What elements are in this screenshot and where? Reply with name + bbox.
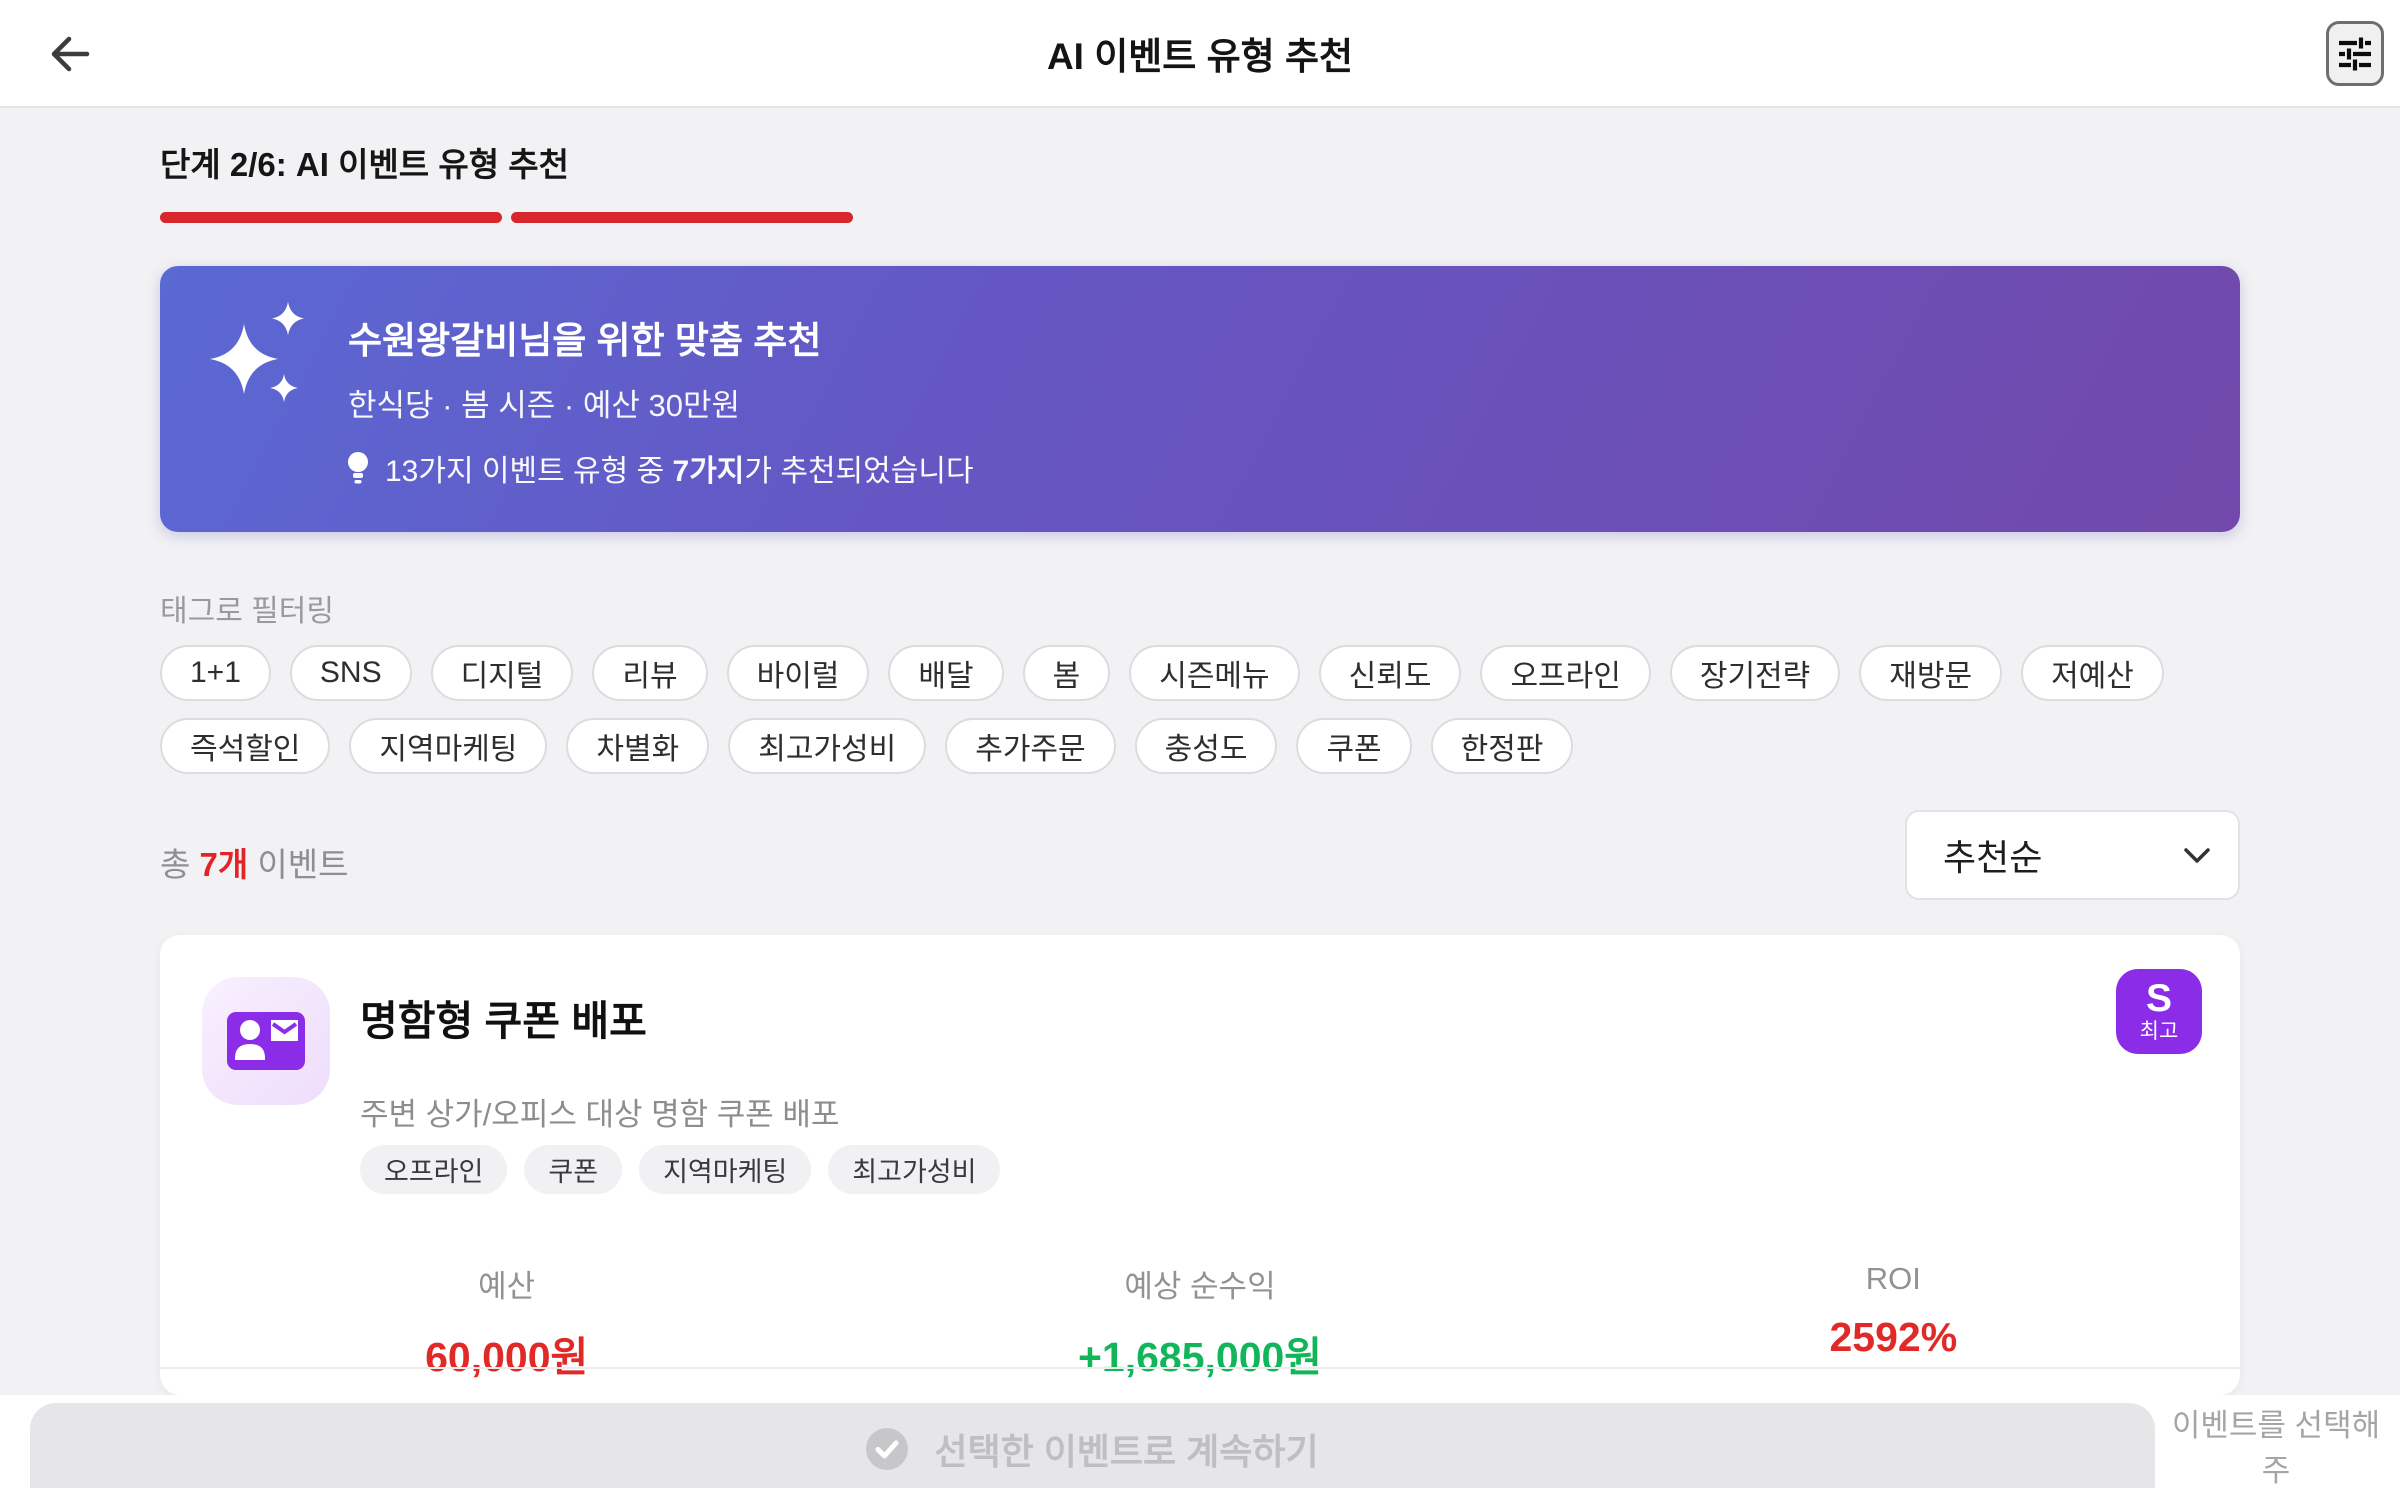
tag-chip[interactable]: SNS [289,645,412,701]
progress-segment-filled [511,212,853,223]
banner-info-text: 13가지 이벤트 유형 중 7가지가 추천되었습니다 [385,455,974,488]
stat-expected-profit: 예상 순수익 +1,685,000원 [853,1261,1546,1383]
selection-hint: 이벤트를 선택해주 세요 [2171,1408,2381,1488]
tag-chip[interactable]: 시즌메뉴 [1129,645,1300,701]
event-tag: 쿠폰 [524,1145,623,1194]
bottom-bar: 선택한 이벤트로 계속하기 이벤트를 선택해주 세요 [0,1395,2400,1488]
tag-chip[interactable]: 리뷰 [592,645,708,701]
continue-button-label: 선택한 이벤트로 계속하기 [934,1431,1319,1472]
continue-button-disabled[interactable]: 선택한 이벤트로 계속하기 [30,1403,2155,1488]
lightbulb-icon [348,452,368,484]
contact-card-icon [227,1012,305,1070]
card-divider [160,1367,2240,1369]
sparkles-icon [210,302,304,402]
grade-badge: S 최고 [2116,969,2202,1054]
tag-chip[interactable]: 디지털 [430,645,574,701]
stat-budget-value: 60,000원 [425,1334,589,1380]
step-indicator: 단계 2/6: AI 이벤트 유형 추천 [160,146,569,183]
tune-sliders-icon [2339,37,2371,70]
tag-chip[interactable]: 지역마케팅 [349,718,548,774]
banner-subtitle: 한식당 · 봄 시즌 · 예산 30만원 [348,388,741,423]
banner-info-row: 13가지 이벤트 유형 중 7가지가 추천되었습니다 [346,446,974,490]
tag-chip[interactable]: 신뢰도 [1318,645,1462,701]
tag-chip[interactable]: 쿠폰 [1296,718,1412,774]
ai-recommendation-banner: 수원왕갈비님을 위한 맞춤 추천 한식당 · 봄 시즌 · 예산 30만원 13… [160,266,2240,532]
banner-title: 수원왕갈비님을 위한 맞춤 추천 [348,320,822,361]
tag-chip[interactable]: 최고가성비 [728,718,927,774]
page-title: AI 이벤트 유형 추천 [1046,36,1354,77]
event-count-number: 7개 [199,846,249,883]
tag-filter-chips: 1+1 SNS 디지털 리뷰 바이럴 배달 봄 시즌메뉴 신뢰도 오프라인 장기… [160,645,2250,774]
event-stats: 예산 60,000원 예상 순수익 +1,685,000원 ROI 2592% [160,1261,2240,1383]
chevron-down-icon [2184,848,2210,863]
event-tag: 오프라인 [360,1145,508,1194]
tag-chip[interactable]: 배달 [888,645,1004,701]
tag-chip[interactable]: 즉석할인 [160,718,331,774]
stat-roi-value: 2592% [1829,1314,1958,1360]
progress-segment-filled [160,212,502,223]
stat-profit-value: +1,685,000원 [1077,1334,1323,1380]
event-tag: 지역마케팅 [639,1145,812,1194]
progress-bar [160,212,853,223]
header: AI 이벤트 유형 추천 [0,0,2400,108]
stat-roi: ROI 2592% [1829,1261,1958,1360]
tag-chip[interactable]: 차별화 [566,718,710,774]
tag-chip[interactable]: 재방문 [1859,645,2003,701]
grade-label: 최고 [2139,1019,2179,1043]
event-tag: 최고가성비 [828,1145,1001,1194]
event-description: 주변 상가/오피스 대상 명함 쿠폰 배포 [360,1097,840,1132]
event-count: 총 7개 이벤트 [160,846,349,883]
tag-chip[interactable]: 장기전략 [1669,645,1841,701]
tag-chip[interactable]: 봄 [1022,645,1111,701]
sort-dropdown[interactable]: 추천순 [1905,810,2240,900]
tag-chip[interactable]: 저예산 [2021,645,2164,701]
tag-chip[interactable]: 오프라인 [1480,645,1651,701]
stat-budget: 예산 60,000원 [160,1261,853,1383]
event-type-icon-bg [202,977,330,1105]
event-tags: 오프라인 쿠폰 지역마케팅 최고가성비 [360,1145,1001,1194]
grade-letter: S [2145,976,2172,1020]
tag-filter-label: 태그로 필터링 [160,595,334,628]
sort-dropdown-value: 추천순 [1943,837,2043,878]
tag-chip[interactable]: 바이럴 [726,645,870,701]
filter-settings-button[interactable] [2326,21,2384,86]
check-circle-icon [866,1428,909,1470]
tag-chip[interactable]: 충성도 [1134,718,1278,774]
tag-chip[interactable]: 한정판 [1430,718,1574,774]
tag-chip[interactable]: 1+1 [160,645,271,701]
event-title: 명함형 쿠폰 배포 [360,998,647,1044]
event-card[interactable]: 명함형 쿠폰 배포 주변 상가/오피스 대상 명함 쿠폰 배포 오프라인 쿠폰 … [160,935,2240,1395]
tag-chip[interactable]: 추가주문 [945,718,1116,774]
